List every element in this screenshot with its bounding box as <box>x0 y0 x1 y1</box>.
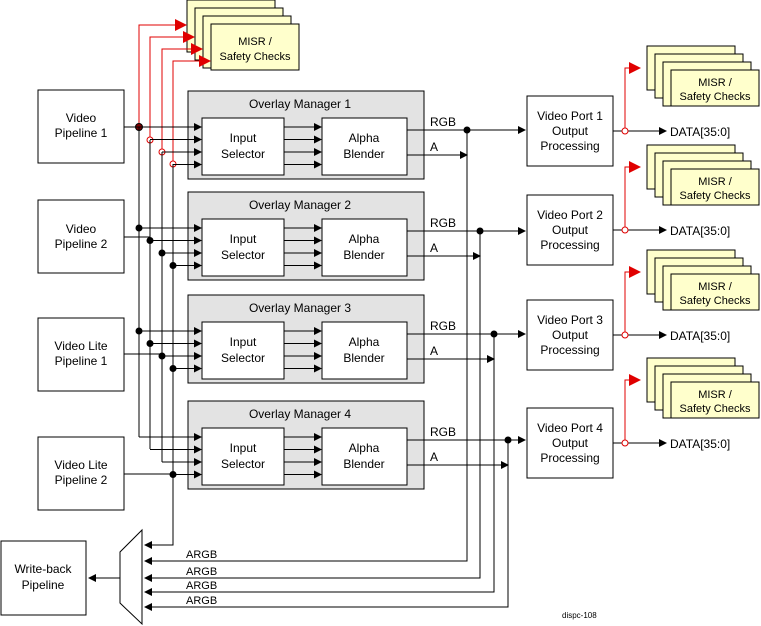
svg-text:Safety Checks: Safety Checks <box>680 403 751 415</box>
svg-text:Alpha: Alpha <box>349 232 380 246</box>
svg-text:Output: Output <box>552 223 589 237</box>
svg-text:Blender: Blender <box>343 351 384 365</box>
alpha-blender: Alpha Blender <box>321 117 408 176</box>
misr-stack-port-1: MISR / Safety Checks <box>646 45 760 107</box>
argb-label-1: ARGB <box>186 549 217 561</box>
svg-text:Alpha: Alpha <box>349 131 380 145</box>
alpha-blender: Alpha Blender <box>321 218 408 277</box>
svg-text:MISR /: MISR / <box>698 176 733 188</box>
writeback-pipeline: Write-back Pipeline <box>0 540 87 616</box>
svg-text:Input: Input <box>230 335 257 349</box>
data-output-label: DATA[35:0] <box>670 329 730 343</box>
source-video-pipeline-1: Video Pipeline 1 <box>37 89 125 164</box>
input-selector: Input Selector <box>201 427 285 486</box>
alpha-label: A <box>430 241 438 255</box>
input-selector: Input Selector <box>201 117 285 176</box>
svg-text:Pipeline 1: Pipeline 1 <box>55 354 108 368</box>
source-video-pipeline-2: Video Pipeline 2 <box>37 199 125 274</box>
svg-text:Input: Input <box>230 441 257 455</box>
source-video-lite-pipeline-2: Video Lite Pipeline 2 <box>37 436 125 511</box>
svg-text:Video Lite: Video Lite <box>54 339 107 353</box>
svg-text:Output: Output <box>552 328 589 342</box>
alpha-label: A <box>430 450 438 464</box>
svg-text:Video Port 2: Video Port 2 <box>537 208 603 222</box>
rgb-label: RGB <box>430 216 456 230</box>
svg-text:Video Port 4: Video Port 4 <box>537 421 603 435</box>
svg-text:Alpha: Alpha <box>349 335 380 349</box>
svg-text:Selector: Selector <box>221 351 265 365</box>
svg-text:Selector: Selector <box>221 147 265 161</box>
alpha-label: A <box>430 344 438 358</box>
misr-stack-port-4: MISR / Safety Checks <box>646 357 760 419</box>
source-buses <box>138 127 174 549</box>
misr-label-2: Safety Checks <box>220 51 291 63</box>
misr-label-1: MISR / <box>238 36 273 48</box>
data-output-label: DATA[35:0] <box>670 125 730 139</box>
alpha-blender: Alpha Blender <box>321 427 408 486</box>
svg-text:MISR /: MISR / <box>698 389 733 401</box>
misr-stack-sources: MISR / Safety Checks <box>186 0 300 71</box>
svg-text:MISR /: MISR / <box>698 281 733 293</box>
alpha-label: A <box>430 140 438 154</box>
svg-text:Selector: Selector <box>221 457 265 471</box>
rgb-label: RGB <box>430 425 456 439</box>
data-output-label: DATA[35:0] <box>670 437 730 451</box>
svg-text:Output: Output <box>552 436 589 450</box>
svg-text:Video Port 3: Video Port 3 <box>537 313 603 327</box>
svg-text:Video: Video <box>66 222 97 236</box>
svg-text:Alpha: Alpha <box>349 441 380 455</box>
source-video-lite-pipeline-1: Video Lite Pipeline 1 <box>37 317 125 392</box>
svg-text:Input: Input <box>230 131 257 145</box>
writeback-mux <box>88 528 143 626</box>
misr-stack-port-2: MISR / Safety Checks <box>646 144 760 206</box>
svg-text:Safety Checks: Safety Checks <box>680 190 751 202</box>
data-output-label: DATA[35:0] <box>670 224 730 238</box>
svg-text:Safety Checks: Safety Checks <box>680 91 751 103</box>
svg-text:Write-back: Write-back <box>14 562 72 576</box>
overlay-manager-title: Overlay Manager 2 <box>249 198 351 212</box>
svg-text:Safety Checks: Safety Checks <box>680 295 751 307</box>
svg-text:Pipeline 2: Pipeline 2 <box>55 473 108 487</box>
svg-text:Blender: Blender <box>343 248 384 262</box>
svg-text:MISR /: MISR / <box>698 77 733 89</box>
svg-text:Processing: Processing <box>540 238 599 252</box>
svg-text:Blender: Blender <box>343 147 384 161</box>
display-subsystem-diagram: MISR / Safety Checks Video Pipeline 1 Vi… <box>0 0 760 626</box>
svg-text:Video Lite: Video Lite <box>54 458 107 472</box>
misr-stack-port-3: MISR / Safety Checks <box>646 249 760 311</box>
input-selector: Input Selector <box>201 321 285 380</box>
overlay-manager-title: Overlay Manager 3 <box>249 301 351 315</box>
input-selector: Input Selector <box>201 218 285 277</box>
svg-text:Input: Input <box>230 232 257 246</box>
rgb-label: RGB <box>430 115 456 129</box>
svg-text:Pipeline 1: Pipeline 1 <box>55 126 108 140</box>
alpha-blender: Alpha Blender <box>321 321 408 380</box>
argb-label-3: ARGB <box>186 580 217 592</box>
video-port-4: Video Port 4OutputProcessing DATA[35:0] MI… <box>526 357 760 479</box>
svg-text:Selector: Selector <box>221 248 265 262</box>
svg-text:Video Port 1: Video Port 1 <box>537 109 603 123</box>
svg-text:Video: Video <box>66 111 97 125</box>
overlay-manager-title: Overlay Manager 4 <box>249 407 351 421</box>
svg-text:Output: Output <box>552 124 589 138</box>
svg-text:Pipeline 2: Pipeline 2 <box>55 237 108 251</box>
figure-id: dispc-108 <box>562 611 597 620</box>
svg-text:Processing: Processing <box>540 343 599 357</box>
svg-text:Blender: Blender <box>343 457 384 471</box>
argb-label-4: ARGB <box>186 595 217 607</box>
video-port-3: Video Port 3OutputProcessing DATA[35:0] MI… <box>526 249 760 371</box>
source-wires <box>124 126 173 475</box>
svg-text:Processing: Processing <box>540 139 599 153</box>
svg-text:Processing: Processing <box>540 451 599 465</box>
rgb-label: RGB <box>430 319 456 333</box>
argb-label-2: ARGB <box>186 566 217 578</box>
overlay-manager-title: Overlay Manager 1 <box>249 97 351 111</box>
svg-text:Pipeline: Pipeline <box>22 578 65 592</box>
